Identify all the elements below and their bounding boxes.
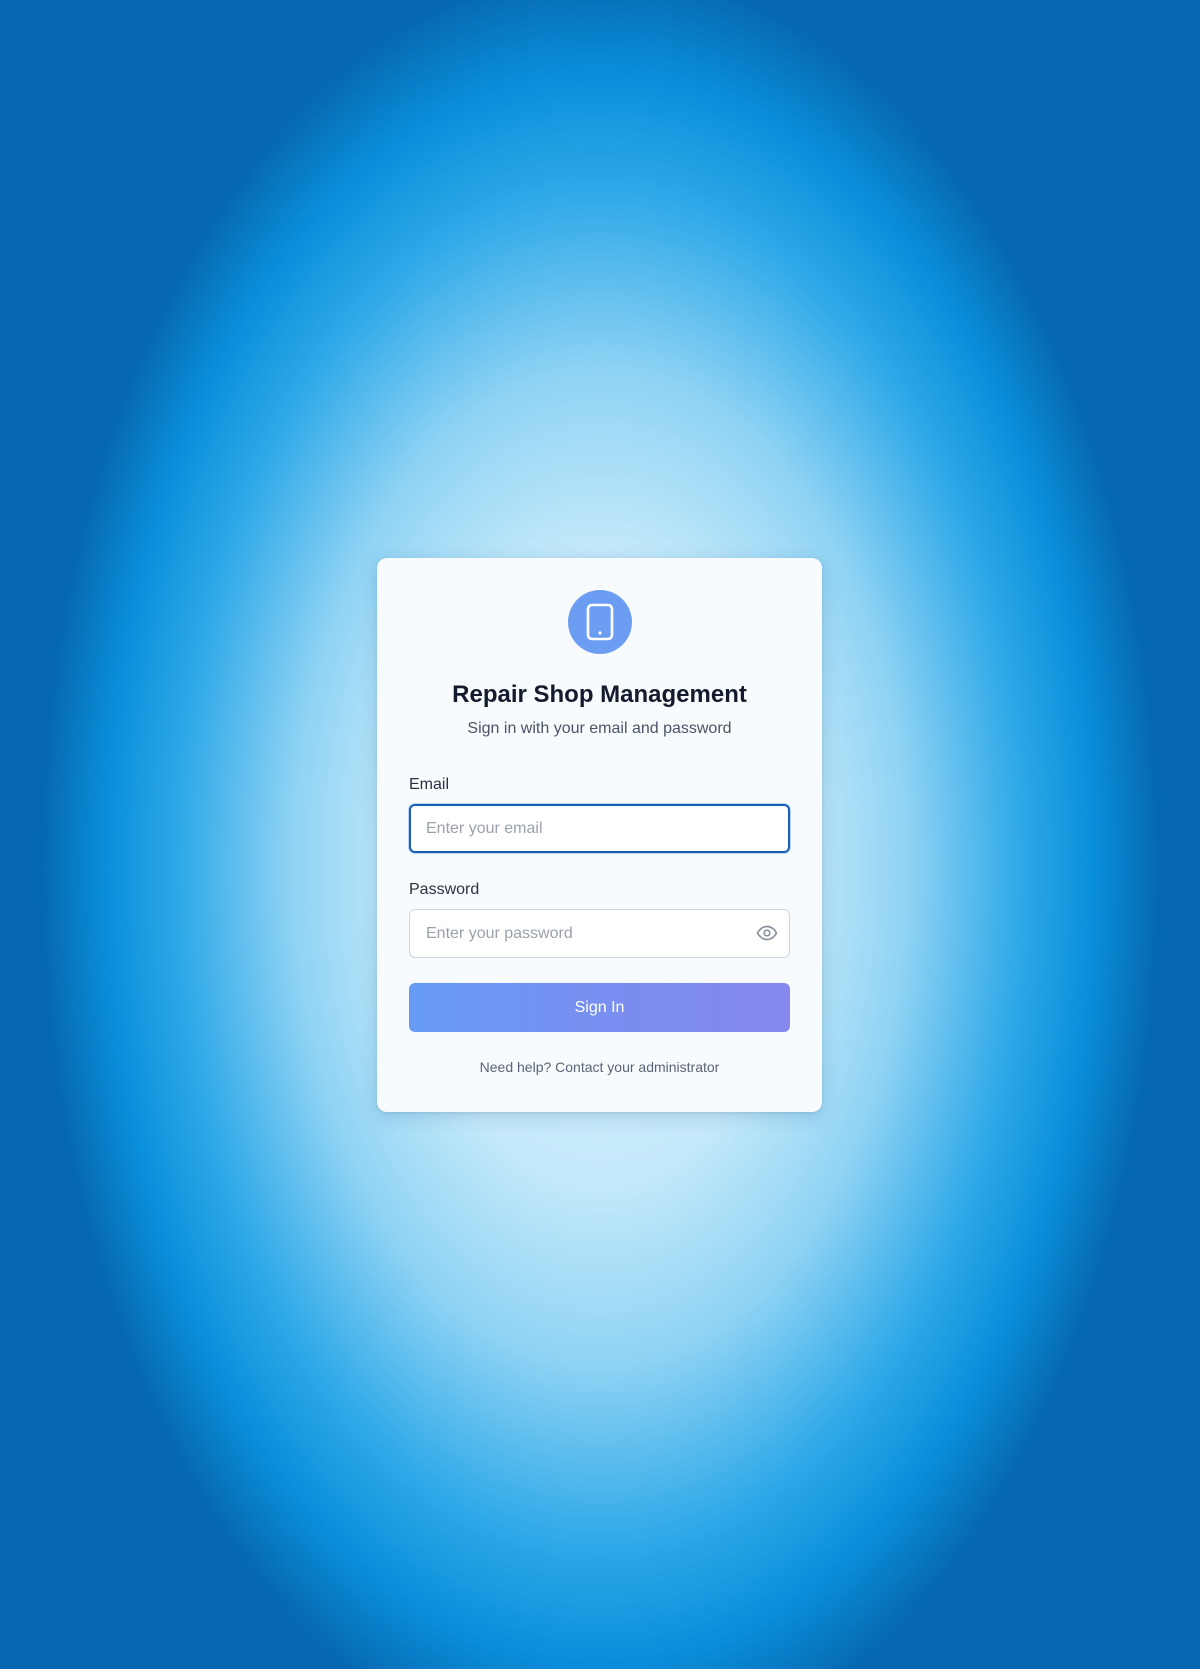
- email-input[interactable]: [409, 804, 790, 853]
- password-label: Password: [409, 881, 480, 898]
- help-text: Need help? Contact your administrator: [479, 1059, 720, 1075]
- password-field-wrapper: [409, 909, 790, 958]
- email-field-wrapper: [409, 804, 790, 853]
- eye-icon: [756, 925, 778, 941]
- app-logo: [567, 590, 632, 654]
- show-password-toggle[interactable]: [754, 921, 780, 945]
- page-title: Repair Shop Management: [452, 681, 747, 708]
- login-page: { "app": { "title": "Repair Shop Managem…: [0, 0, 1200, 1669]
- password-input[interactable]: [409, 909, 790, 958]
- login-card: Repair Shop Management Sign in with your…: [377, 558, 822, 1112]
- sign-in-button[interactable]: Sign In: [409, 983, 790, 1032]
- email-label: Email: [409, 776, 450, 793]
- page-subtitle: Sign in with your email and password: [467, 720, 732, 737]
- tablet-icon: [586, 603, 613, 641]
